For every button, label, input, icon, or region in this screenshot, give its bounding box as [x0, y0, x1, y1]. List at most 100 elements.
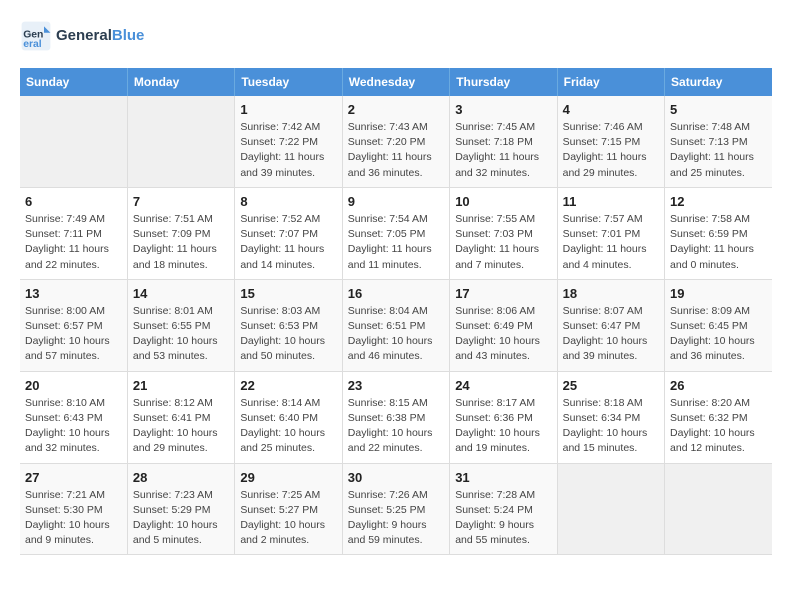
day-number: 7 — [133, 194, 229, 209]
day-number: 25 — [563, 378, 659, 393]
day-detail: Sunrise: 7:49 AM Sunset: 7:11 PM Dayligh… — [25, 212, 122, 273]
day-detail: Sunrise: 7:55 AM Sunset: 7:03 PM Dayligh… — [455, 212, 551, 273]
day-number: 2 — [348, 102, 444, 117]
weekday-header-row: SundayMondayTuesdayWednesdayThursdayFrid… — [20, 68, 772, 96]
calendar-cell — [665, 463, 772, 555]
calendar-cell — [20, 96, 127, 187]
day-detail: Sunrise: 7:46 AM Sunset: 7:15 PM Dayligh… — [563, 120, 659, 181]
day-number: 3 — [455, 102, 551, 117]
day-number: 1 — [240, 102, 336, 117]
day-detail: Sunrise: 7:21 AM Sunset: 5:30 PM Dayligh… — [25, 488, 122, 549]
calendar-cell: 5Sunrise: 7:48 AM Sunset: 7:13 PM Daylig… — [665, 96, 772, 187]
day-detail: Sunrise: 7:43 AM Sunset: 7:20 PM Dayligh… — [348, 120, 444, 181]
calendar-cell: 23 Sunrise: 8:15 AM Sunset: 6:38 PM Dayli… — [342, 371, 449, 463]
day-number: 26 — [670, 378, 767, 393]
day-number: 4 — [563, 102, 659, 117]
day-detail: Sunrise: 7:25 AM Sunset: 5:27 PM Dayligh… — [240, 488, 336, 549]
day-detail: Sunrise: 8:06 AM Sunset: 6:49 PM Dayligh… — [455, 304, 551, 365]
day-detail: Sunrise: 7:45 AM Sunset: 7:18 PM Dayligh… — [455, 120, 551, 181]
calendar-body: 1 Sunrise: 7:42 AM Sunset: 7:22 PM Daylig… — [20, 96, 772, 555]
calendar-cell: 18Sunrise: 8:07 AM Sunset: 6:47 PM Dayli… — [557, 279, 664, 371]
weekday-header-sunday: Sunday — [20, 68, 127, 96]
calendar-cell: 12Sunrise: 7:58 AM Sunset: 6:59 PM Dayli… — [665, 187, 772, 279]
calendar-cell: 15 Sunrise: 8:03 AM Sunset: 6:53 PM Dayli… — [235, 279, 342, 371]
calendar-cell: 11 Sunrise: 7:57 AM Sunset: 7:01 PM Dayli… — [557, 187, 664, 279]
calendar-week-row: 1 Sunrise: 7:42 AM Sunset: 7:22 PM Daylig… — [20, 96, 772, 187]
calendar-cell: 8Sunrise: 7:52 AM Sunset: 7:07 PM Daylig… — [235, 187, 342, 279]
calendar-cell: 4 Sunrise: 7:46 AM Sunset: 7:15 PM Daylig… — [557, 96, 664, 187]
day-detail: Sunrise: 8:12 AM Sunset: 6:41 PM Dayligh… — [133, 396, 229, 457]
calendar-cell: 7 Sunrise: 7:51 AM Sunset: 7:09 PM Daylig… — [127, 187, 234, 279]
calendar-cell: 10Sunrise: 7:55 AM Sunset: 7:03 PM Dayli… — [450, 187, 557, 279]
calendar-cell: 22 Sunrise: 8:14 AM Sunset: 6:40 PM Dayli… — [235, 371, 342, 463]
calendar-cell: 2 Sunrise: 7:43 AM Sunset: 7:20 PM Daylig… — [342, 96, 449, 187]
calendar-cell: 28Sunrise: 7:23 AM Sunset: 5:29 PM Dayli… — [127, 463, 234, 555]
calendar-week-row: 13 Sunrise: 8:00 AM Sunset: 6:57 PM Dayli… — [20, 279, 772, 371]
day-detail: Sunrise: 8:20 AM Sunset: 6:32 PM Dayligh… — [670, 396, 767, 457]
day-detail: Sunrise: 8:00 AM Sunset: 6:57 PM Dayligh… — [25, 304, 122, 365]
calendar-cell: 1 Sunrise: 7:42 AM Sunset: 7:22 PM Daylig… — [235, 96, 342, 187]
day-number: 14 — [133, 286, 229, 301]
day-number: 13 — [25, 286, 122, 301]
day-detail: Sunrise: 8:18 AM Sunset: 6:34 PM Dayligh… — [563, 396, 659, 457]
calendar-cell: 24 Sunrise: 8:17 AM Sunset: 6:36 PM Dayli… — [450, 371, 557, 463]
day-detail: Sunrise: 7:26 AM Sunset: 5:25 PM Dayligh… — [348, 488, 444, 549]
day-number: 19 — [670, 286, 767, 301]
calendar-cell — [127, 96, 234, 187]
calendar-cell: 9Sunrise: 7:54 AM Sunset: 7:05 PM Daylig… — [342, 187, 449, 279]
weekday-header-wednesday: Wednesday — [342, 68, 449, 96]
day-number: 21 — [133, 378, 229, 393]
day-number: 11 — [563, 194, 659, 209]
weekday-header-friday: Friday — [557, 68, 664, 96]
day-number: 5 — [670, 102, 767, 117]
calendar-header: SundayMondayTuesdayWednesdayThursdayFrid… — [20, 68, 772, 96]
day-detail: Sunrise: 7:54 AM Sunset: 7:05 PM Dayligh… — [348, 212, 444, 273]
day-detail: Sunrise: 8:01 AM Sunset: 6:55 PM Dayligh… — [133, 304, 229, 365]
day-detail: Sunrise: 8:10 AM Sunset: 6:43 PM Dayligh… — [25, 396, 122, 457]
day-number: 16 — [348, 286, 444, 301]
calendar-cell: 19 Sunrise: 8:09 AM Sunset: 6:45 PM Dayli… — [665, 279, 772, 371]
day-detail: Sunrise: 8:03 AM Sunset: 6:53 PM Dayligh… — [240, 304, 336, 365]
day-detail: Sunrise: 7:28 AM Sunset: 5:24 PM Dayligh… — [455, 488, 551, 549]
calendar-cell: 30 Sunrise: 7:26 AM Sunset: 5:25 PM Dayli… — [342, 463, 449, 555]
day-detail: Sunrise: 7:42 AM Sunset: 7:22 PM Dayligh… — [240, 120, 336, 181]
calendar-cell: 27Sunrise: 7:21 AM Sunset: 5:30 PM Dayli… — [20, 463, 127, 555]
day-number: 22 — [240, 378, 336, 393]
day-number: 23 — [348, 378, 444, 393]
day-detail: Sunrise: 8:17 AM Sunset: 6:36 PM Dayligh… — [455, 396, 551, 457]
logo: Gen eral GeneralBlue — [20, 20, 144, 52]
calendar-week-row: 20 Sunrise: 8:10 AM Sunset: 6:43 PM Dayli… — [20, 371, 772, 463]
calendar-cell: 31 Sunrise: 7:28 AM Sunset: 5:24 PM Dayli… — [450, 463, 557, 555]
svg-text:eral: eral — [23, 39, 42, 50]
day-detail: Sunrise: 8:04 AM Sunset: 6:51 PM Dayligh… — [348, 304, 444, 365]
day-number: 6 — [25, 194, 122, 209]
calendar-cell: 17 Sunrise: 8:06 AM Sunset: 6:49 PM Dayli… — [450, 279, 557, 371]
day-number: 18 — [563, 286, 659, 301]
logo-text-general: General — [56, 27, 112, 44]
weekday-header-tuesday: Tuesday — [235, 68, 342, 96]
day-number: 30 — [348, 470, 444, 485]
calendar-cell: 13 Sunrise: 8:00 AM Sunset: 6:57 PM Dayli… — [20, 279, 127, 371]
day-number: 15 — [240, 286, 336, 301]
day-number: 24 — [455, 378, 551, 393]
day-number: 8 — [240, 194, 336, 209]
logo-icon: Gen eral — [20, 20, 52, 52]
day-number: 31 — [455, 470, 551, 485]
calendar-cell: 20 Sunrise: 8:10 AM Sunset: 6:43 PM Dayli… — [20, 371, 127, 463]
day-detail: Sunrise: 8:09 AM Sunset: 6:45 PM Dayligh… — [670, 304, 767, 365]
calendar-week-row: 6 Sunrise: 7:49 AM Sunset: 7:11 PM Daylig… — [20, 187, 772, 279]
day-detail: Sunrise: 8:14 AM Sunset: 6:40 PM Dayligh… — [240, 396, 336, 457]
page-header: Gen eral GeneralBlue — [20, 20, 772, 52]
calendar-cell: 16 Sunrise: 8:04 AM Sunset: 6:51 PM Dayli… — [342, 279, 449, 371]
day-number: 20 — [25, 378, 122, 393]
day-detail: Sunrise: 7:58 AM Sunset: 6:59 PM Dayligh… — [670, 212, 767, 273]
weekday-header-thursday: Thursday — [450, 68, 557, 96]
day-detail: Sunrise: 7:23 AM Sunset: 5:29 PM Dayligh… — [133, 488, 229, 549]
day-detail: Sunrise: 7:57 AM Sunset: 7:01 PM Dayligh… — [563, 212, 659, 273]
day-detail: Sunrise: 7:51 AM Sunset: 7:09 PM Dayligh… — [133, 212, 229, 273]
calendar-cell: 6 Sunrise: 7:49 AM Sunset: 7:11 PM Daylig… — [20, 187, 127, 279]
day-detail: Sunrise: 8:15 AM Sunset: 6:38 PM Dayligh… — [348, 396, 444, 457]
calendar-cell: 29Sunrise: 7:25 AM Sunset: 5:27 PM Dayli… — [235, 463, 342, 555]
day-number: 17 — [455, 286, 551, 301]
calendar-table: SundayMondayTuesdayWednesdayThursdayFrid… — [20, 68, 772, 555]
